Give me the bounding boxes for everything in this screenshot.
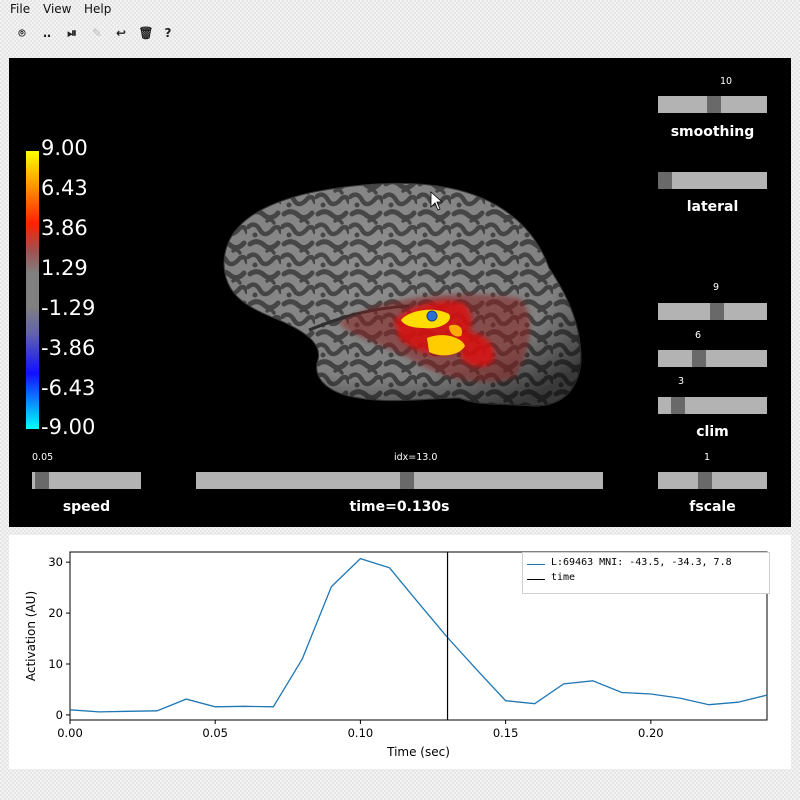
help-icon[interactable]: ?: [158, 24, 178, 42]
colorbar-tick: -1.29: [41, 296, 96, 320]
fscale-label: fscale: [689, 499, 736, 515]
pencil-icon[interactable]: ✎: [87, 24, 107, 42]
smoothing-slider[interactable]: [658, 96, 767, 113]
y-tick-label: 20: [48, 606, 63, 620]
y-axis-label: Activation (AU): [24, 591, 38, 681]
legend-time-swatch: [527, 579, 545, 580]
time-index-value: idx=13.0: [394, 452, 438, 463]
lateral-label: lateral: [686, 199, 739, 215]
fscale-value: 1: [704, 452, 711, 463]
x-tick-label: 0.20: [638, 726, 664, 740]
y-tick-label: 10: [48, 657, 63, 671]
menu-file[interactable]: File: [10, 2, 30, 16]
play-pause-icon[interactable]: ⏯: [62, 24, 82, 42]
fscale-slider-handle[interactable]: [697, 472, 712, 489]
x-axis-label: Time (sec): [386, 745, 450, 759]
clim-mid-slider-handle[interactable]: [692, 350, 707, 367]
vertex-marker: [426, 310, 438, 322]
screenshot-icon[interactable]: ⌾: [12, 24, 32, 42]
colorbar-tick: 3.86: [41, 216, 88, 240]
speed-value: 0.05: [32, 452, 54, 463]
clim-low-value: 3: [678, 376, 685, 387]
clim-mid-value: 6: [695, 330, 702, 341]
timecourse-panel: 0.00 0.05 0.10 0.15 0.20 0 10 20 30 Time (sec) Act…: [9, 535, 791, 769]
legend-trace-swatch: [527, 564, 545, 565]
smoothing-label: smoothing: [670, 124, 755, 140]
speed-slider-handle[interactable]: [34, 472, 49, 489]
colorbar-tick: 1.29: [41, 256, 88, 280]
clim-mid-slider[interactable]: [658, 350, 767, 367]
x-tick-label: 0.10: [348, 726, 374, 740]
smoothing-slider-handle[interactable]: [707, 96, 722, 113]
clim-high-slider-handle[interactable]: [710, 303, 725, 320]
colorbar-tick: -6.43: [41, 376, 96, 400]
x-tick-label: 0.05: [202, 726, 228, 740]
lateral-slider-handle[interactable]: [658, 172, 672, 189]
time-label: time=0.130s: [349, 499, 450, 515]
menu-help[interactable]: Help: [84, 2, 111, 16]
colorbar: [26, 151, 39, 429]
undo-icon[interactable]: ↩: [111, 24, 131, 42]
colorbar-tick: 6.43: [41, 176, 88, 200]
menu-view[interactable]: View: [43, 2, 71, 16]
time-slider[interactable]: [196, 472, 603, 489]
colorbar-tick: -3.86: [41, 336, 96, 360]
clim-label: clim: [696, 424, 729, 440]
speed-label: speed: [62, 499, 111, 515]
y-tick-label: 0: [56, 708, 63, 722]
time-slider-handle[interactable]: [400, 472, 415, 489]
y-tick-label: 30: [48, 555, 63, 569]
movie-icon[interactable]: ‥: [37, 24, 57, 42]
brain-viewer[interactable]: 9.00 6.43 3.86 1.29 -1.29 -3.86 -6.43 -9…: [9, 58, 791, 527]
clim-high-value: 9: [713, 282, 720, 293]
x-tick-label: 0.15: [493, 726, 519, 740]
menu-bar: File View Help: [0, 0, 800, 18]
lateral-slider[interactable]: [658, 172, 767, 189]
speed-slider[interactable]: [32, 472, 141, 489]
chart-legend: L:69463 MNI: -43.5, -34.3, 7.8 time: [522, 552, 770, 594]
clim-low-slider[interactable]: [658, 397, 767, 414]
colorbar-tick: -9.00: [41, 415, 96, 439]
colorbar-tick: 9.00: [41, 136, 88, 160]
smoothing-value: 10: [720, 76, 733, 87]
trash-icon[interactable]: 🗑: [136, 24, 156, 42]
legend-trace-label: L:69463 MNI: -43.5, -34.3, 7.8: [551, 557, 732, 568]
clim-high-slider[interactable]: [658, 303, 767, 320]
toolbar: ⌾ ‥ ⏯ ✎ ↩ 🗑 ?: [0, 20, 800, 46]
fscale-slider[interactable]: [658, 472, 767, 489]
x-tick-label: 0.00: [57, 726, 83, 740]
legend-time-label: time: [551, 572, 576, 583]
clim-low-slider-handle[interactable]: [671, 397, 686, 414]
